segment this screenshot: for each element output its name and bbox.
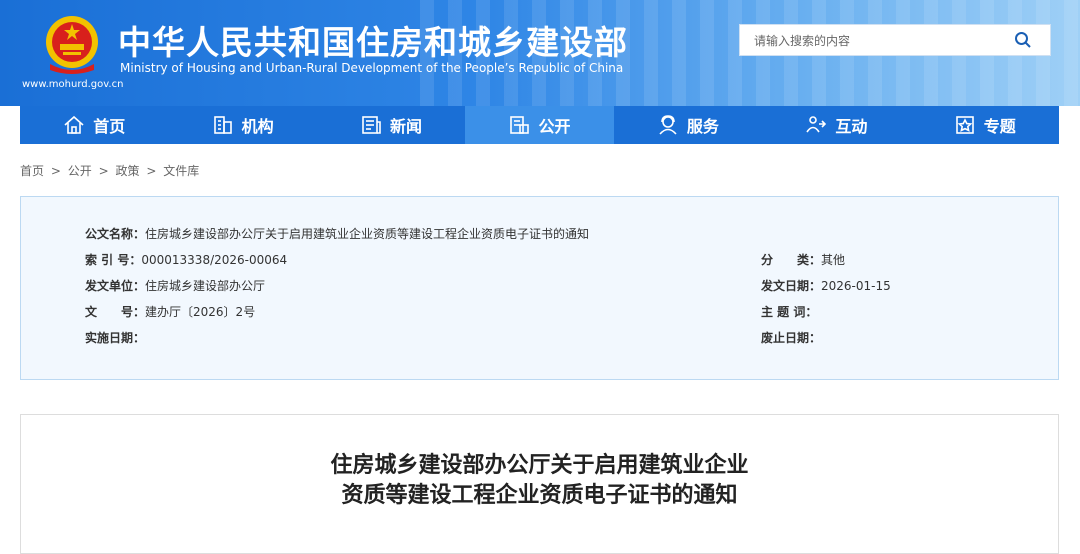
breadcrumb-separator: > [98, 164, 109, 178]
breadcrumb-separator: > [50, 164, 61, 178]
nav-organization[interactable]: 机构 [168, 106, 316, 144]
service-icon [659, 115, 677, 135]
nav-label: 服务 [686, 117, 719, 136]
search-box [739, 24, 1051, 57]
site-header: www.mohurd.gov.cn 中华人民共和国住房和城乡建设部 Minist… [0, 0, 1080, 106]
search-input[interactable] [752, 25, 1006, 57]
breadcrumb-home[interactable]: 首页 [20, 164, 44, 178]
topic-icon [955, 116, 974, 134]
info-index: 索 引 号：000013338/2026-00064 [85, 251, 287, 268]
nav-interaction[interactable]: 互动 [762, 106, 910, 144]
nav-news[interactable]: 新闻 [317, 106, 465, 144]
nav-label: 互动 [835, 117, 868, 136]
building-icon [213, 116, 232, 134]
breadcrumb: 首页 > 公开 > 政策 > 文件库 [20, 162, 202, 179]
info-label: 文 号： [85, 305, 146, 319]
info-label: 发文单位： [85, 279, 146, 293]
search-icon[interactable] [1014, 31, 1032, 49]
document-info-panel: 公文名称：住房城乡建设部办公厅关于启用建筑业企业资质等建设工程企业资质电子证书的… [20, 196, 1059, 380]
nav-home[interactable]: 首页 [20, 106, 168, 144]
nav-topic[interactable]: 专题 [911, 106, 1059, 144]
info-effective: 实施日期： [85, 329, 145, 346]
info-label: 发文日期： [761, 279, 822, 293]
info-category: 分 类：其他 [761, 251, 845, 268]
info-label: 主 题 词： [761, 305, 818, 319]
interaction-icon [806, 116, 827, 133]
nav-label: 机构 [241, 117, 274, 136]
nav-label: 新闻 [390, 117, 423, 136]
nav-label: 首页 [93, 117, 126, 136]
info-value: 2026-01-15 [821, 279, 891, 293]
nav-public[interactable]: 公开 [465, 106, 614, 144]
info-value: 建办厅〔2026〕2号 [145, 305, 256, 319]
document-icon [510, 116, 530, 134]
info-issuer: 发文单位：住房城乡建设部办公厅 [85, 277, 265, 294]
info-value: 其他 [821, 253, 846, 267]
info-value: 000013338/2026-00064 [141, 253, 288, 267]
breadcrumb-policy[interactable]: 政策 [115, 164, 139, 178]
site-title: 中华人民共和国住房和城乡建设部 [118, 23, 628, 62]
site-title-english: Ministry of Housing and Urban-Rural Deve… [120, 61, 624, 75]
info-value: 住房城乡建设部办公厅 [145, 279, 266, 293]
info-label: 公文名称： [85, 227, 146, 241]
info-label: 废止日期： [761, 331, 822, 345]
article-panel: 住房城乡建设部办公厅关于启用建筑业企业 资质等建设工程企业资质电子证书的通知 [20, 414, 1059, 554]
nav-label: 专题 [983, 117, 1016, 136]
info-value: 住房城乡建设部办公厅关于启用建筑业企业资质等建设工程企业资质电子证书的通知 [145, 227, 590, 241]
national-emblem-icon [46, 16, 98, 74]
info-docno: 文 号：建办厅〔2026〕2号 [85, 303, 255, 320]
article-title: 住房城乡建设部办公厅关于启用建筑业企业 资质等建设工程企业资质电子证书的通知 [21, 451, 1058, 511]
info-label: 实施日期： [85, 331, 146, 345]
nav-service[interactable]: 服务 [614, 106, 762, 144]
site-url[interactable]: www.mohurd.gov.cn [22, 79, 123, 90]
info-expire: 废止日期： [761, 329, 821, 346]
info-keywords: 主 题 词： [761, 303, 817, 320]
info-label: 索 引 号： [85, 253, 142, 267]
info-date: 发文日期：2026-01-15 [761, 277, 891, 294]
article-title-line: 住房城乡建设部办公厅关于启用建筑业企业 [330, 453, 749, 478]
breadcrumb-separator: > [146, 164, 157, 178]
info-label: 分 类： [761, 253, 822, 267]
breadcrumb-public[interactable]: 公开 [68, 164, 92, 178]
breadcrumb-library[interactable]: 文件库 [163, 164, 199, 178]
home-icon [64, 115, 84, 134]
nav-label: 公开 [538, 117, 571, 136]
article-title-line: 资质等建设工程企业资质电子证书的通知 [341, 483, 738, 508]
news-icon [362, 116, 381, 134]
info-doc-name: 公文名称：住房城乡建设部办公厅关于启用建筑业企业资质等建设工程企业资质电子证书的… [85, 225, 589, 242]
main-nav: 首页 机构 新闻 公开 服务 互动 专题 [20, 106, 1059, 144]
